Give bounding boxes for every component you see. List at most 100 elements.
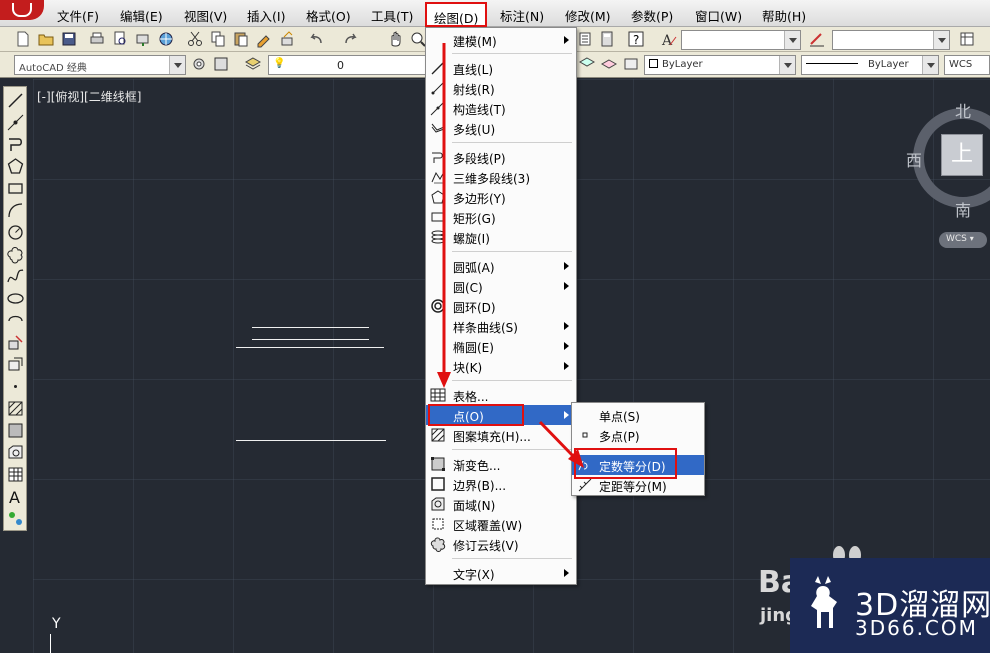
calculator-icon[interactable] bbox=[598, 30, 616, 48]
block-editor-icon[interactable] bbox=[278, 30, 296, 48]
cut-icon[interactable] bbox=[186, 30, 204, 48]
region-tool-icon[interactable] bbox=[6, 443, 25, 462]
multiline-text-tool-icon[interactable]: A bbox=[6, 487, 25, 506]
menu-insert[interactable]: 插入(I) bbox=[247, 6, 285, 25]
wcs-menu-button[interactable]: WCS ▾ bbox=[939, 232, 987, 248]
menu-item-hatch[interactable]: 图案填充(H)... bbox=[426, 425, 576, 445]
layer-properties-icon[interactable] bbox=[244, 55, 262, 73]
menu-item-modeling[interactable]: 建模(M) bbox=[426, 30, 576, 50]
save-icon[interactable] bbox=[60, 30, 78, 48]
revision-cloud-tool-icon[interactable] bbox=[6, 245, 25, 264]
text-style-icon[interactable]: A bbox=[660, 30, 678, 48]
paste-icon[interactable] bbox=[232, 30, 250, 48]
menu-item-polygon[interactable]: 多边形(Y) bbox=[426, 187, 576, 207]
color-combo[interactable]: ByLayer bbox=[644, 55, 796, 75]
polyline-tool-icon[interactable] bbox=[6, 135, 25, 154]
dimension-style-icon[interactable] bbox=[808, 30, 826, 48]
menu-draw[interactable]: 绘图(D) bbox=[425, 2, 487, 27]
menu-item-multiline[interactable]: 多线(U) bbox=[426, 118, 576, 138]
3d-publish-icon[interactable] bbox=[157, 30, 175, 48]
clean-screen-icon[interactable] bbox=[212, 55, 230, 73]
menu-dimension[interactable]: 标注(N) bbox=[500, 6, 544, 25]
sheet-set-icon[interactable] bbox=[576, 30, 594, 48]
menu-item-boundary[interactable]: 边界(B)... bbox=[426, 474, 576, 494]
drawn-line[interactable] bbox=[252, 327, 369, 328]
ellipse-tool-icon[interactable] bbox=[6, 289, 25, 308]
menu-item-ray[interactable]: 射线(R) bbox=[426, 78, 576, 98]
line-tool-icon[interactable] bbox=[6, 91, 25, 110]
menu-tools[interactable]: 工具(T) bbox=[371, 6, 413, 25]
layer-previous-icon[interactable] bbox=[600, 55, 618, 73]
insert-block-tool-icon[interactable] bbox=[6, 333, 25, 352]
make-block-tool-icon[interactable] bbox=[6, 355, 25, 374]
construction-line-tool-icon[interactable] bbox=[6, 113, 25, 132]
rectangle-tool-icon[interactable] bbox=[6, 179, 25, 198]
submenu-item-multiple-points[interactable]: 多点(P) bbox=[572, 425, 704, 445]
menu-item-block[interactable]: 块(K) bbox=[426, 356, 576, 376]
menu-parameter[interactable]: 参数(P) bbox=[631, 6, 673, 25]
compass-north[interactable]: 北 bbox=[955, 98, 971, 122]
redo-icon[interactable] bbox=[342, 30, 360, 48]
publish-icon[interactable] bbox=[134, 30, 152, 48]
layer-state-icon[interactable] bbox=[622, 55, 640, 73]
drawn-line[interactable] bbox=[236, 440, 386, 441]
pan-icon[interactable] bbox=[387, 30, 405, 48]
drawn-line[interactable] bbox=[236, 347, 384, 348]
menu-item-revision-cloud[interactable]: 修订云线(V) bbox=[426, 534, 576, 554]
menu-item-text[interactable]: 文字(X) bbox=[426, 563, 576, 583]
menu-item-3d-polyline[interactable]: 三维多段线(3) bbox=[426, 167, 576, 187]
print-icon[interactable] bbox=[88, 30, 106, 48]
copy-icon[interactable] bbox=[209, 30, 227, 48]
open-folder-icon[interactable] bbox=[37, 30, 55, 48]
make-current-layer-icon[interactable] bbox=[578, 55, 596, 73]
menu-item-rectangle[interactable]: 矩形(G) bbox=[426, 207, 576, 227]
undo-icon[interactable] bbox=[307, 30, 325, 48]
print-preview-icon[interactable] bbox=[111, 30, 129, 48]
menu-item-donut[interactable]: 圆环(D) bbox=[426, 296, 576, 316]
menu-item-table[interactable]: 表格... bbox=[426, 385, 576, 405]
menu-item-region[interactable]: 面域(N) bbox=[426, 494, 576, 514]
gradient-tool-icon[interactable] bbox=[6, 421, 25, 440]
menu-view[interactable]: 视图(V) bbox=[184, 6, 227, 25]
linetype-combo[interactable]: ByLayer bbox=[801, 55, 939, 75]
menu-item-gradient[interactable]: 渐变色... bbox=[426, 454, 576, 474]
menu-window[interactable]: 窗口(W) bbox=[695, 6, 742, 25]
wcs-combo[interactable]: WCS bbox=[944, 55, 990, 75]
dimension-style-combo[interactable] bbox=[832, 30, 950, 50]
viewport-controls[interactable]: [-][俯视][二维线框] bbox=[37, 88, 141, 105]
arc-tool-icon[interactable] bbox=[6, 201, 25, 220]
menu-item-arc[interactable]: 圆弧(A) bbox=[426, 256, 576, 276]
add-selected-tool-icon[interactable] bbox=[6, 509, 25, 528]
compass-south[interactable]: 南 bbox=[955, 197, 971, 221]
hatch-tool-icon[interactable] bbox=[6, 399, 25, 418]
menu-item-helix[interactable]: 螺旋(I) bbox=[426, 227, 576, 247]
help-icon[interactable]: ? bbox=[627, 30, 645, 48]
menu-item-wipeout[interactable]: 区域覆盖(W) bbox=[426, 514, 576, 534]
drawn-line[interactable] bbox=[252, 339, 369, 340]
menu-item-line[interactable]: 直线(L) bbox=[426, 58, 576, 78]
app-menu-button[interactable] bbox=[0, 0, 44, 20]
circle-tool-icon[interactable] bbox=[6, 223, 25, 242]
menu-file[interactable]: 文件(F) bbox=[57, 6, 99, 25]
menu-modify[interactable]: 修改(M) bbox=[565, 6, 611, 25]
menu-item-polyline[interactable]: 多段线(P) bbox=[426, 147, 576, 167]
point-tool-icon[interactable] bbox=[6, 377, 25, 396]
menu-help[interactable]: 帮助(H) bbox=[762, 6, 806, 25]
table-style-icon[interactable] bbox=[958, 30, 976, 48]
workspace-settings-icon[interactable] bbox=[190, 55, 208, 73]
viewcube-top-face[interactable]: 上 bbox=[941, 134, 983, 176]
match-properties-icon[interactable] bbox=[255, 30, 273, 48]
spline-tool-icon[interactable] bbox=[6, 267, 25, 286]
menu-format[interactable]: 格式(O) bbox=[306, 6, 351, 25]
polygon-tool-icon[interactable] bbox=[6, 157, 25, 176]
menu-item-circle[interactable]: 圆(C) bbox=[426, 276, 576, 296]
text-style-combo[interactable] bbox=[681, 30, 801, 50]
compass-west[interactable]: 西 bbox=[906, 147, 922, 171]
menu-item-spline[interactable]: 样条曲线(S) bbox=[426, 316, 576, 336]
menu-edit[interactable]: 编辑(E) bbox=[120, 6, 163, 25]
workspace-combo[interactable]: AutoCAD 经典 bbox=[14, 55, 186, 75]
table-tool-icon[interactable] bbox=[6, 465, 25, 484]
submenu-item-single-point[interactable]: 单点(S) bbox=[572, 405, 704, 425]
new-file-icon[interactable] bbox=[14, 30, 32, 48]
ellipse-arc-tool-icon[interactable] bbox=[6, 311, 25, 330]
